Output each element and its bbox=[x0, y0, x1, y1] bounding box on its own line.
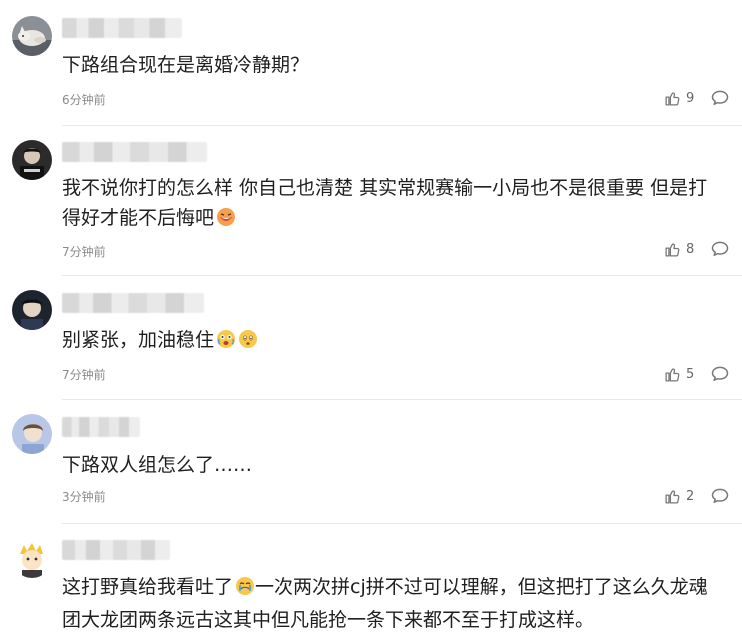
like-count: 9 bbox=[686, 90, 695, 106]
comment-text: 下路双人组怎么了…… bbox=[62, 454, 253, 476]
username-redacted[interactable] bbox=[62, 417, 140, 437]
laughing-emoji-icon bbox=[216, 206, 236, 236]
like-count: 8 bbox=[686, 241, 695, 257]
comment-timestamp: 3分钟前 bbox=[62, 490, 106, 504]
comment-text-body: 这打野真给我看吐了 bbox=[62, 576, 234, 598]
thumbs-up-icon bbox=[665, 92, 680, 106]
speech-bubble-icon bbox=[711, 241, 729, 256]
person-avatar-icon bbox=[12, 140, 52, 180]
reply-button[interactable] bbox=[710, 364, 730, 384]
avatar[interactable] bbox=[12, 16, 52, 56]
username-redacted[interactable] bbox=[62, 18, 182, 38]
username-redacted[interactable] bbox=[62, 540, 170, 560]
comment-timestamp: 6分钟前 bbox=[62, 93, 106, 107]
avatar[interactable] bbox=[12, 538, 52, 578]
person-avatar-icon bbox=[12, 414, 52, 454]
comment-item: 下路组合现在是离婚冷静期？ 6分钟前 9 bbox=[0, 0, 742, 126]
comment-item: 我不说你打的怎么样 你自己也清楚 其实常规赛输一小局也不是很重要 但是打得好才能… bbox=[0, 126, 742, 276]
comment-text: 我不说你打的怎么样 你自己也清楚 其实常规赛输一小局也不是很重要 但是打得好才能… bbox=[62, 173, 724, 236]
thumbs-up-icon bbox=[665, 368, 680, 382]
like-count: 2 bbox=[686, 488, 695, 504]
like-button[interactable]: 2 bbox=[664, 486, 694, 506]
comment-item: 别紧张，加油稳住 7分钟前 5 bbox=[0, 276, 742, 400]
like-count: 5 bbox=[686, 366, 695, 382]
comment-item: 下路双人组怎么了…… 3分钟前 2 bbox=[0, 400, 742, 524]
person-avatar-icon bbox=[12, 290, 52, 330]
thumbs-up-icon bbox=[665, 243, 680, 257]
avatar[interactable] bbox=[12, 140, 52, 180]
avatar[interactable] bbox=[12, 414, 52, 454]
cat-avatar-icon bbox=[12, 16, 52, 56]
speech-bubble-icon bbox=[711, 90, 729, 105]
reply-button[interactable] bbox=[710, 239, 730, 259]
comment-text: 这打野真给我看吐了 一次两次拼cj拼不过可以理解，但这把打了这么久龙魂团大龙团两条… bbox=[62, 572, 724, 635]
speech-bubble-icon bbox=[711, 488, 729, 503]
comment-list: 下路组合现在是离婚冷静期？ 6分钟前 9 我不说你打的怎么样 你自己也清楚 其实… bbox=[0, 0, 742, 638]
comment-item: 这打野真给我看吐了 一次两次拼cj拼不过可以理解，但这把打了这么久龙魂团大龙团两条… bbox=[0, 524, 742, 638]
avatar[interactable] bbox=[12, 290, 52, 330]
like-button[interactable]: 8 bbox=[664, 239, 694, 259]
comment-text: 别紧张，加油稳住 bbox=[62, 325, 724, 358]
speech-bubble-icon bbox=[711, 366, 729, 381]
crying-emoji-icon bbox=[216, 328, 236, 358]
comment-timestamp: 7分钟前 bbox=[62, 368, 106, 382]
thumbs-up-icon bbox=[665, 490, 680, 504]
crying-emoji-icon bbox=[235, 575, 255, 605]
comment-text-body: 我不说你打的怎么样 你自己也清楚 其实常规赛输一小局也不是很重要 但是打得好才能… bbox=[62, 177, 708, 229]
comment-text: 下路组合现在是离婚冷静期？ bbox=[62, 54, 310, 76]
comment-timestamp: 7分钟前 bbox=[62, 245, 106, 259]
like-button[interactable]: 9 bbox=[664, 88, 694, 108]
reply-button[interactable] bbox=[710, 486, 730, 506]
reply-button[interactable] bbox=[710, 88, 730, 108]
username-redacted[interactable] bbox=[62, 293, 204, 313]
worried-emoji-icon bbox=[238, 328, 258, 358]
like-button[interactable]: 5 bbox=[664, 364, 694, 384]
cartoon-avatar-icon bbox=[12, 538, 52, 578]
comment-text-body: 别紧张，加油稳住 bbox=[62, 329, 215, 351]
username-redacted[interactable] bbox=[62, 142, 207, 162]
